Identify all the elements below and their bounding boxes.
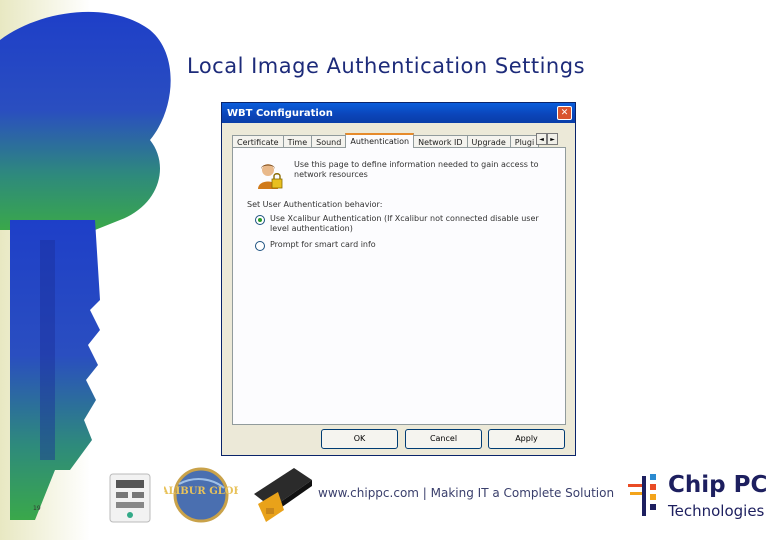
wbt-configuration-dialog: WBT Configuration ✕ Certificate Time Sou… [221,102,576,456]
smart-card-reader-image [254,468,312,522]
option-xcalibur-auth-label: Use Xcalibur Authentication (If Xcalibur… [270,214,539,233]
behavior-label: Set User Authentication behavior: [247,200,383,209]
tab-strip: Certificate Time Sound Authentication Ne… [232,133,540,148]
slide-title: Local Image Authentication Settings [187,54,586,78]
authentication-panel: Use this page to define information need… [232,147,566,425]
key-image [0,0,171,540]
window-titlebar[interactable]: WBT Configuration ✕ [222,103,575,123]
cancel-button[interactable]: Cancel [405,429,482,449]
ok-button[interactable]: OK [321,429,398,449]
panel-description: Use this page to define information need… [294,160,539,179]
tab-scroll-controls: ◄ ► [536,133,558,145]
logo-subtitle: Technologies [668,502,765,520]
logo-brand: Chip PC [668,472,768,498]
tab-scroll-right-button[interactable]: ► [547,133,558,145]
footer-tagline: www.chippc.com | Making IT a Complete So… [318,486,615,500]
radio-smart-card[interactable] [255,241,265,251]
close-button[interactable]: ✕ [557,106,572,120]
apply-button[interactable]: Apply [488,429,565,449]
page-number: 19 [33,505,41,512]
thin-client-device-image [109,473,151,523]
option-smart-card[interactable]: Prompt for smart card info [255,240,540,251]
tab-authentication[interactable]: Authentication [345,133,415,148]
tab-scroll-left-button[interactable]: ◄ [536,133,547,145]
option-xcalibur-auth[interactable]: Use Xcalibur Authentication (If Xcalibur… [255,214,540,234]
window-title: WBT Configuration [227,107,333,119]
radio-xcalibur-auth[interactable] [255,215,265,225]
chip-pc-logo-mark [628,474,656,516]
xcalibur-logo-text: XCALIBUR GLOBAL [164,486,238,497]
option-smart-card-label: Prompt for smart card info [270,240,376,249]
user-lock-icon [258,164,283,189]
xcalibur-global-logo: XCALIBUR GLOBAL [164,467,238,523]
